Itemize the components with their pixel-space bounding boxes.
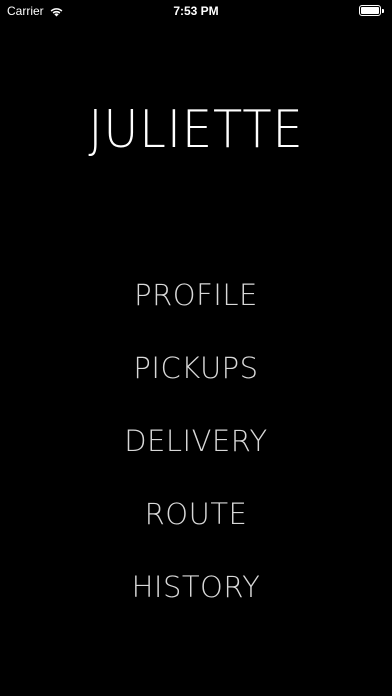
status-time: 7:53 PM [173, 4, 219, 18]
menu-item-history[interactable]: HISTORY [66, 550, 326, 623]
battery-fill [361, 7, 379, 14]
menu-item-delivery[interactable]: DELIVERY [66, 404, 326, 477]
menu-item-pickups[interactable]: PICKUPS [66, 331, 326, 404]
status-bar: Carrier 7:53 PM [0, 0, 392, 22]
battery-tip [382, 8, 384, 13]
battery-body [359, 5, 381, 16]
menu-item-profile[interactable]: PROFILE [66, 258, 326, 331]
main-menu: PROFILE PICKUPS DELIVERY ROUTE HISTORY [0, 258, 392, 623]
battery-icon [359, 5, 384, 16]
app-title: JULIETTE [88, 100, 304, 160]
menu-item-route[interactable]: ROUTE [66, 477, 326, 550]
